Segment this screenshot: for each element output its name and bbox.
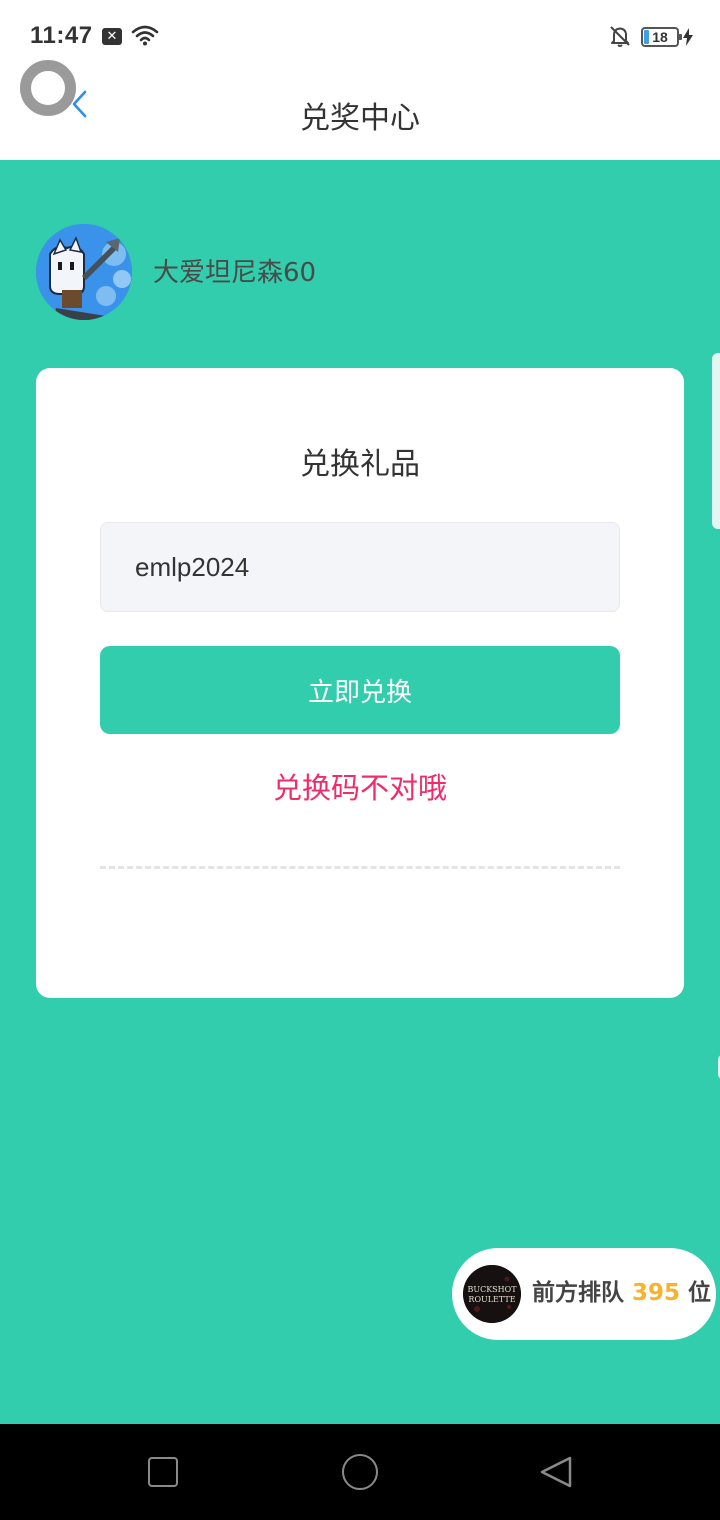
floating-assistant-button[interactable] bbox=[20, 60, 76, 116]
system-nav-bar bbox=[0, 1424, 720, 1520]
redeem-card: 兑换礼品 立即兑换 兑换码不对哦 bbox=[36, 368, 720, 1080]
queue-suffix: 位 bbox=[688, 1280, 712, 1306]
avatar[interactable] bbox=[36, 224, 132, 320]
game-icon: BUCKSHOT ROULETTE bbox=[463, 1265, 521, 1323]
nav-recent-icon[interactable] bbox=[148, 1457, 178, 1487]
dashed-divider bbox=[100, 866, 620, 869]
notification-icon: ✕ bbox=[102, 28, 122, 45]
card-title: 兑换礼品 bbox=[300, 447, 420, 482]
redeem-code-input[interactable] bbox=[100, 522, 620, 612]
queue-status-pill[interactable]: BUCKSHOT ROULETTE 前方排队 395 位 bbox=[452, 1248, 716, 1340]
battery-level: 18 bbox=[652, 29, 668, 45]
bell-off-icon bbox=[610, 26, 630, 47]
game-icon-title-2: ROULETTE bbox=[468, 1295, 515, 1304]
error-message: 兑换码不对哦 bbox=[272, 771, 447, 805]
wifi-icon bbox=[131, 25, 159, 46]
avatar-image bbox=[36, 224, 132, 320]
username: 大爱坦尼森60 bbox=[153, 258, 317, 288]
queue-text: 前方排队 395 位 bbox=[532, 1282, 711, 1305]
status-bar: 11:47 ✕ 18 bbox=[0, 0, 720, 72]
scroll-indicator bbox=[712, 353, 720, 529]
game-icon-title-1: BUCKSHOT bbox=[467, 1285, 517, 1294]
page-title: 兑奖中心 bbox=[300, 101, 420, 136]
nav-back-icon[interactable] bbox=[538, 1454, 574, 1490]
nav-home-icon[interactable] bbox=[342, 1454, 378, 1490]
battery-indicator: 18 bbox=[641, 27, 682, 47]
main-content: 大爱坦尼森60 兑换礼品 立即兑换 兑换码不对哦 BUCKSHOT ROULET… bbox=[0, 160, 720, 1424]
queue-prefix: 前方排队 bbox=[532, 1280, 624, 1306]
charge-icon bbox=[683, 28, 693, 46]
redeem-button[interactable]: 立即兑换 bbox=[100, 646, 620, 734]
queue-count: 395 bbox=[632, 1280, 681, 1306]
status-time: 11:47 bbox=[30, 22, 93, 49]
